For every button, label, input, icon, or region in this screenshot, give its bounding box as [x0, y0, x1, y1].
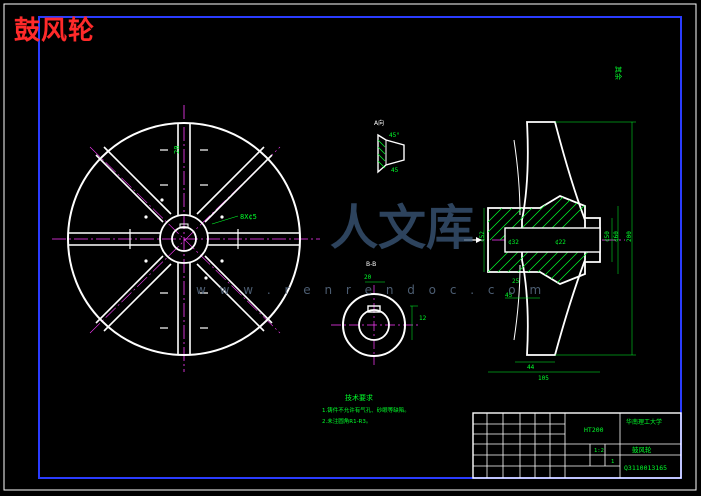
dim-w2: 105 [538, 375, 549, 382]
page-title: 鼓风轮 [14, 16, 96, 46]
tb-sheet: 1 [611, 459, 614, 465]
tb-drawing-no: Q3110013165 [624, 464, 667, 472]
detail-angle: 45° [389, 132, 400, 139]
tb-school: 华南理工大学 [626, 418, 662, 426]
tech-req-item-1: 1.铸件不允许有气孔、砂眼等缺陷。 [322, 406, 410, 414]
dim-hole: 8X¢5 [240, 213, 257, 221]
svg-text:45: 45 [391, 167, 399, 174]
section-label: B-B [366, 261, 376, 268]
watermark-url: w w w . r e n r e n d o c . c o m [196, 283, 547, 297]
section-dim-w: 20 [364, 274, 372, 281]
detail-label: A向 [374, 119, 384, 127]
dim-d5: ¢60 [613, 231, 620, 242]
dim-slot: 20 [173, 146, 181, 154]
dim-overall-height: 200 [626, 231, 633, 242]
dim-d2: ¢32 [508, 239, 519, 246]
roughness-note: 其余 [614, 66, 623, 80]
tb-part-name: 鼓风轮 [632, 445, 652, 454]
dim-d3: ¢22 [555, 239, 566, 246]
dim-d4: ¢50 [604, 231, 611, 242]
tb-material: HT200 [584, 426, 604, 434]
tech-req-heading: 技术要求 [345, 393, 373, 402]
watermark-logo: 人文库 [330, 200, 475, 256]
dim-w1: 44 [527, 364, 535, 371]
tb-scale: 1:2 [594, 448, 604, 454]
tech-req-item-2: 2.未注圆角R1-R3。 [322, 417, 371, 425]
section-dim-h: 12 [419, 315, 427, 322]
